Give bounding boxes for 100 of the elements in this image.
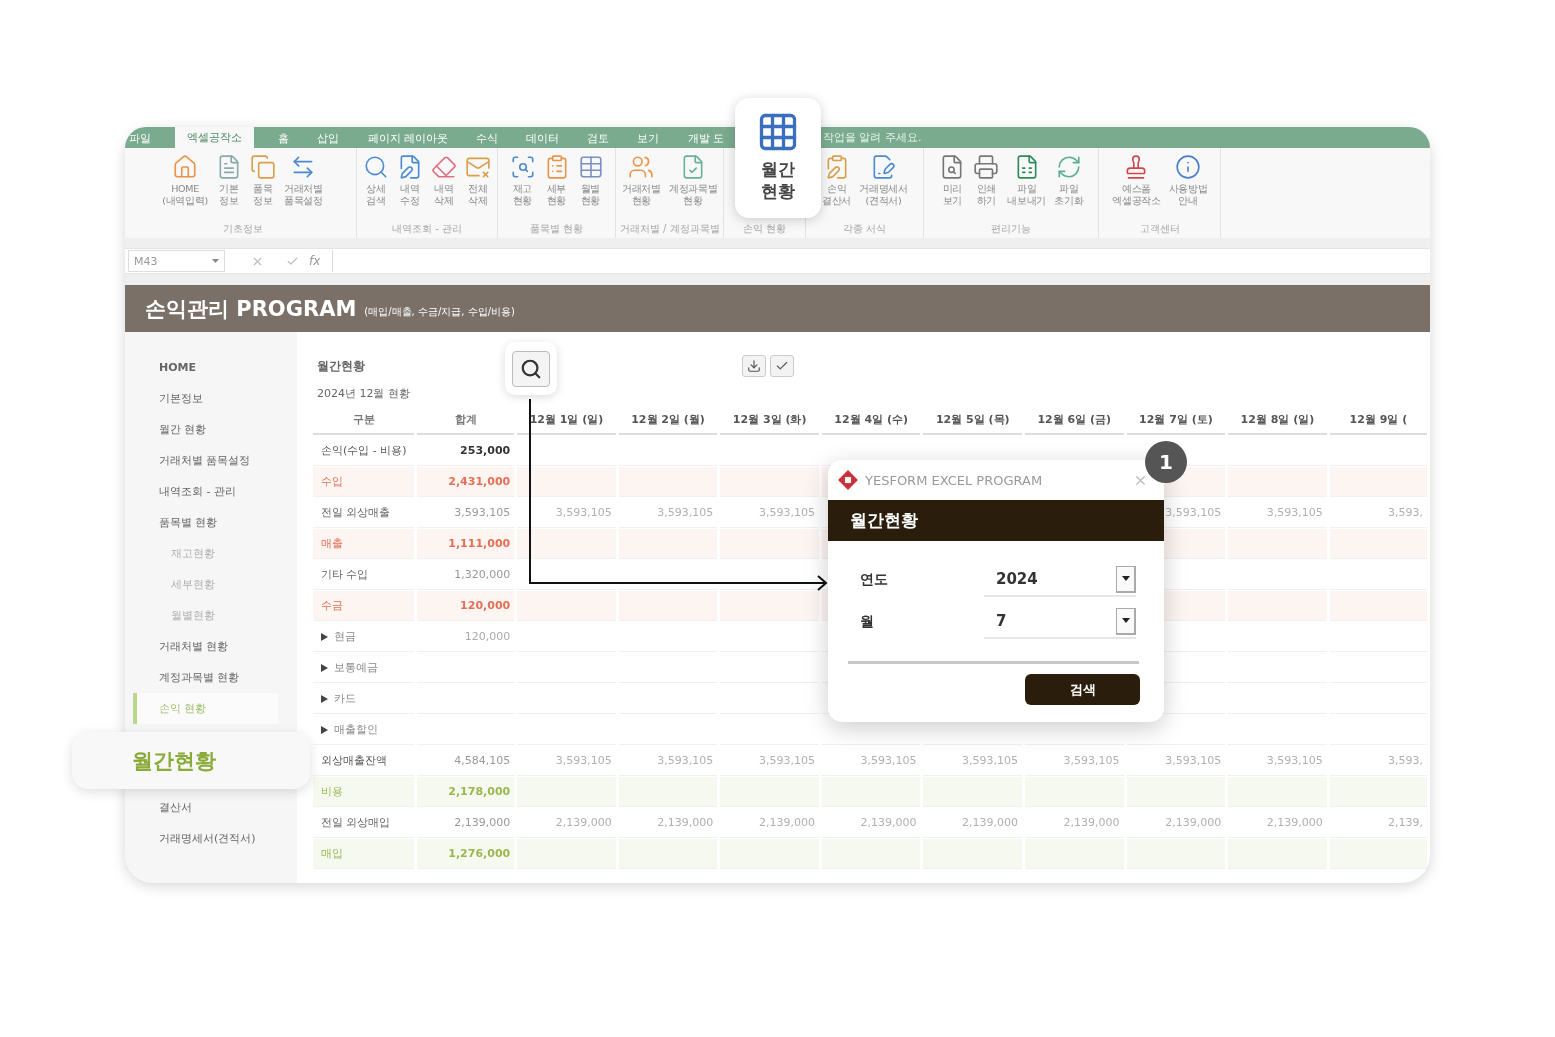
table-cell: 4,584,105 [417,746,515,776]
expand-icon[interactable] [321,725,328,734]
ribbon-button[interactable]: 파일 내보내기 [1004,154,1050,222]
column-header: 구분 [313,405,415,435]
table-cell: 120,000 [417,591,515,621]
ribbon-button[interactable]: 예스폼 엑셀공작소 [1109,154,1164,222]
ribbon-button[interactable]: 계정과목별 현황 [665,154,721,222]
ribbon-button[interactable]: 월간 현황 [735,98,821,218]
scan-search-icon [509,154,536,180]
table-cell: 1,320,000 [417,560,515,590]
check-button[interactable] [770,355,794,377]
row-label: 매입 [313,839,415,869]
table-cell: 3,593,105 [517,746,616,776]
dialog-title: YESFORM EXCEL PROGRAM [865,472,1044,488]
column-header: 12월 2일 (월) [618,405,718,435]
caret-icon[interactable] [1121,618,1130,623]
sidebar-item[interactable]: 월간 현황 [133,414,278,445]
ribbon-tab[interactable]: 홈 [274,129,294,148]
ribbon-button[interactable]: 품목 정보 [246,154,279,222]
table-cell: 3,593,105 [821,746,921,776]
printer-icon [973,154,1000,180]
ribbon-button[interactable]: 사용방법 안내 [1165,154,1211,222]
ribbon-button[interactable]: 재고 현황 [506,154,539,222]
table-cell: 2,178,000 [417,777,515,807]
sidebar-item[interactable]: 내역조회 - 관리 [133,476,278,507]
expand-icon[interactable] [321,694,328,703]
dropdown-field[interactable]: 7 [984,605,1136,639]
row-label: 수금 [313,591,415,621]
sidebar-item[interactable]: 손익 현황 [133,693,278,724]
search-button[interactable] [512,350,550,387]
function-button[interactable]: fx [309,254,321,268]
ribbon-button[interactable]: 거래처별 품목설정 [280,154,326,222]
ribbon-button[interactable]: 기본 정보 [212,154,245,222]
ribbon-button[interactable]: 전체 삭제 [462,154,494,222]
dropdown-field[interactable]: 2024 [984,563,1136,597]
row-label: 매출할인 [334,722,378,737]
row-label: 카드 [334,691,356,706]
ribbon-tab[interactable]: 데이터 [522,129,564,148]
ribbon-button[interactable]: 미리 보기 [936,154,969,222]
sidebar-item[interactable]: 거래처별 현황 [133,631,278,662]
ribbon-tab[interactable]: 수식 [472,129,503,148]
ribbon-button[interactable]: 손익 결산서 [819,154,855,222]
info-icon [1175,154,1202,180]
sidebar-item[interactable]: 거래명세서(견적서) [133,823,278,854]
row-label: 수입 [313,467,415,497]
ribbon-button[interactable]: 월별 현황 [574,154,607,222]
table-cell: 2,139,000 [821,808,921,838]
column-header: 12월 6일 (금) [1025,405,1124,435]
table-cell: 3,593,105 [1228,498,1327,528]
table-cell: 120,000 [417,622,515,652]
row-label: 현금 [334,629,356,644]
download-button[interactable] [742,355,766,377]
ribbon-button[interactable]: 내역 삭제 [428,154,460,222]
table-cell: 2,139,000 [1228,808,1327,838]
table-cell: 3,593,105 [720,746,819,776]
ribbon-tab[interactable]: 페이지 레이아웃 [363,129,452,148]
ribbon-tab[interactable]: 엑셀공작소 [175,127,255,148]
ribbon-button[interactable]: 거래처별 현황 [619,154,664,222]
ribbon-tab[interactable]: 삽입 [313,129,344,148]
group-label: 편리기능 [991,222,1032,236]
ribbon-button[interactable]: 상세 검색 [360,154,392,222]
column-header: 합계 [417,405,515,435]
sidebar-item[interactable]: HOME [133,352,278,383]
row-label: 비용 [313,777,415,807]
sidebar-item[interactable]: 월간현황 [72,732,310,789]
name-box[interactable]: M43 [128,250,225,272]
ribbon-tab[interactable]: 개발 도 [683,129,728,148]
row-label: 외상매출잔액 [313,746,415,776]
ribbon-button[interactable]: HOME (내역입력) [159,154,211,222]
sidebar-item[interactable]: 거래처별 품목설정 [133,445,278,476]
eraser-icon [431,154,457,180]
sidebar-item[interactable]: 기본정보 [133,383,278,414]
sidebar-item[interactable]: 월별현황 [133,600,278,631]
table-cell: 253,000 [417,436,515,466]
search-button[interactable]: 검색 [1025,674,1140,705]
ribbon-button[interactable]: 파일 초기화 [1051,154,1087,222]
ribbon-button[interactable]: 인쇄 하기 [970,154,1003,222]
table-cell: 3,593, [1329,498,1427,528]
tell-me-field[interactable]: 작업을 알려 주세요. [823,130,922,145]
ribbon-tab[interactable]: 검토 [583,129,614,148]
caret-icon[interactable] [1121,576,1130,581]
table-cell: 2,139,000 [1126,808,1226,838]
field-label: 연도 [860,571,889,589]
ribbon-tab[interactable]: 파일 [125,129,155,148]
ribbon-button[interactable]: 내역 수정 [394,154,426,222]
ribbon-button[interactable]: 거래명세서 (견적서) [856,154,911,222]
sidebar-item[interactable]: 결산서 [133,792,278,823]
group-label: 각종 서식 [843,222,887,236]
group-label: 손익 현황 [743,222,787,236]
sidebar-item[interactable]: 계정과목별 현황 [133,662,278,693]
sidebar-item[interactable]: 품목별 현황 [133,507,278,538]
table-cell: 3,593,105 [1228,746,1327,776]
expand-icon[interactable] [321,663,328,672]
sidebar-item[interactable]: 재고현황 [133,538,278,569]
sidebar-item[interactable]: 세부현황 [133,569,278,600]
expand-icon[interactable] [321,632,328,641]
ribbon-tab[interactable]: 보기 [633,129,664,148]
ribbon-button[interactable]: 세부 현황 [540,154,573,222]
check-icon [775,359,789,373]
row-label: 기타 수입 [313,560,415,590]
